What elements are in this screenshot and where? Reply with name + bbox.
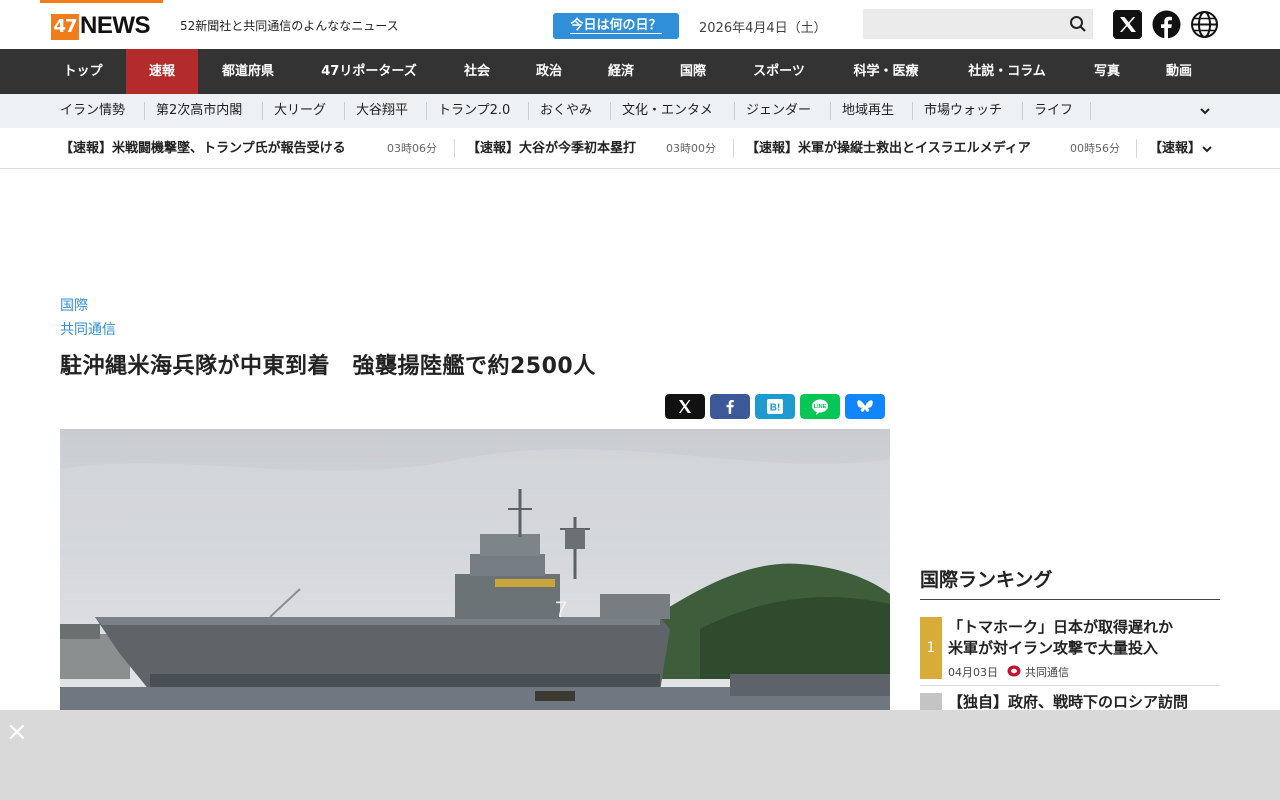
nav-science-medical[interactable]: 科学・医療 — [830, 49, 942, 94]
share-bluesky-icon[interactable] — [845, 394, 885, 419]
nav-economy[interactable]: 経済 — [584, 49, 658, 94]
topic-mlb[interactable]: 大リーグ — [274, 94, 326, 128]
ranking-item-title[interactable]: 「トマホーク」日本が取得遅れか — [948, 617, 1173, 638]
topic-market[interactable]: 市場ウォッチ — [924, 94, 1002, 128]
hull-number: 7 — [555, 597, 567, 622]
ranking-title: 国際ランキング — [920, 569, 1053, 591]
topic-obituaries[interactable]: おくやみ — [540, 94, 592, 128]
nav-sports[interactable]: スポーツ — [728, 49, 830, 94]
ranking-item-date: 04月03日 — [948, 666, 998, 679]
ticker-item[interactable]: 【速報】 — [1149, 128, 1201, 169]
ticker-time: 03時00分 — [666, 142, 716, 155]
divider — [262, 102, 263, 120]
today-in-history-button[interactable]: 今日は何の日？ — [553, 13, 679, 39]
share-line-icon[interactable]: LINE — [800, 394, 840, 419]
kyodo-logo-icon — [1007, 665, 1021, 677]
chevron-down-icon[interactable] — [1200, 142, 1214, 156]
topic-culture[interactable]: 文化・エンタメ — [622, 94, 713, 128]
ranking-item-title[interactable]: 米軍が対イラン攻撃で大量投入 — [948, 638, 1158, 659]
nav-breaking[interactable]: 速報 — [126, 49, 198, 94]
nav-politics[interactable]: 政治 — [514, 49, 584, 94]
share-hatena-icon[interactable]: B! — [755, 394, 795, 419]
divider — [920, 685, 1220, 686]
article-source[interactable]: 共同通信 — [60, 319, 116, 339]
ticker-item[interactable]: 【速報】米軍が操縦士救出とイスラエルメディア — [746, 128, 1031, 169]
article-headline: 駐沖縄米海兵隊が中東到着 強襲揚陸艦で約2500人 — [60, 354, 596, 379]
ticker-time: 00時56分 — [1070, 142, 1120, 155]
bottom-ad-overlay — [0, 710, 1280, 800]
divider — [1022, 102, 1023, 120]
divider — [454, 139, 455, 158]
topic-iran[interactable]: イラン情勢 — [60, 94, 125, 128]
nav-videos[interactable]: 動画 — [1142, 49, 1216, 94]
divider — [344, 102, 345, 120]
logo-word: NEWS — [80, 12, 151, 39]
divider — [733, 139, 734, 158]
site-header: 47 NEWS 52新聞社と共同通信のよんななニュース 今日は何の日？ 2026… — [0, 0, 1280, 49]
nav-top[interactable]: トップ — [40, 49, 126, 94]
svg-text:B!: B! — [770, 403, 781, 414]
nav-prefectures[interactable]: 都道府県 — [198, 49, 298, 94]
topic-ohtani[interactable]: 大谷翔平 — [356, 94, 408, 128]
logo-number: 47 — [51, 14, 79, 40]
nav-editorial-column[interactable]: 社説・コラム — [942, 49, 1072, 94]
current-date: 2026年4月4日（土） — [699, 21, 827, 36]
topic-trump[interactable]: トランプ2.0 — [438, 94, 510, 128]
article-photo[interactable]: 7 — [60, 429, 890, 719]
ticker-item[interactable]: 【速報】大谷が今季初本塁打 — [467, 128, 636, 169]
divider — [912, 102, 913, 120]
topic-life[interactable]: ライフ — [1034, 94, 1073, 128]
search-icon[interactable] — [1069, 15, 1087, 33]
divider — [528, 102, 529, 120]
nav-international[interactable]: 国際 — [658, 49, 728, 94]
topic-navigation: イラン情勢 第2次高市内閣 大リーグ 大谷翔平 トランプ2.0 おくやみ 文化・… — [0, 94, 1280, 128]
nav-47reporters[interactable]: 47リポーターズ — [298, 49, 440, 94]
search-input[interactable] — [863, 9, 1093, 39]
share-facebook-icon[interactable] — [710, 394, 750, 419]
site-tagline: 52新聞社と共同通信のよんななニュース — [180, 19, 399, 33]
svg-text:LINE: LINE — [814, 404, 827, 410]
ticker-time: 03時06分 — [387, 142, 437, 155]
x-twitter-icon[interactable] — [1113, 10, 1142, 39]
chevron-down-icon[interactable] — [1198, 104, 1212, 118]
breaking-news-ticker: 【速報】米戦闘機撃墜、トランプ氏が報告受ける 03時06分 【速報】大谷が今季初… — [0, 128, 1280, 169]
divider — [1090, 102, 1091, 120]
main-navigation: トップ 速報 都道府県 47リポーターズ 社会 政治 経済 国際 スポーツ 科学… — [0, 49, 1280, 94]
share-x-icon[interactable] — [665, 394, 705, 419]
nav-photos[interactable]: 写真 — [1072, 49, 1142, 94]
close-icon[interactable]: × — [6, 719, 28, 745]
divider — [426, 102, 427, 120]
globe-icon[interactable] — [1190, 10, 1219, 39]
divider — [1136, 139, 1137, 158]
topic-takaichi-cabinet[interactable]: 第2次高市内閣 — [156, 94, 242, 128]
divider — [734, 102, 735, 120]
ticker-item[interactable]: 【速報】米戦闘機撃墜、トランプ氏が報告受ける — [60, 128, 346, 169]
divider — [610, 102, 611, 120]
site-logo[interactable]: 47 NEWS — [40, 0, 163, 49]
facebook-icon[interactable] — [1152, 10, 1181, 39]
article-category[interactable]: 国際 — [60, 295, 88, 315]
ranking-divider — [920, 599, 1220, 600]
nav-society[interactable]: 社会 — [440, 49, 514, 94]
ranking-item-source: 共同通信 — [1025, 666, 1069, 679]
topic-regional[interactable]: 地域再生 — [842, 94, 894, 128]
rank-number: 1 — [920, 617, 942, 679]
topic-gender[interactable]: ジェンダー — [746, 94, 811, 128]
divider — [830, 102, 831, 120]
divider — [144, 102, 145, 120]
